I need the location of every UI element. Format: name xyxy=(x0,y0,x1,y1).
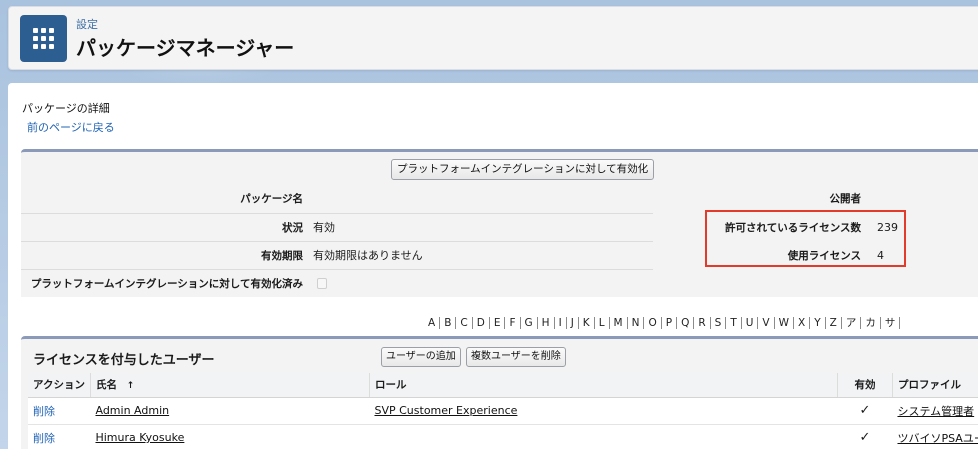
licensed-users-table: アクション 氏名 ↑ ロール 有効 プロファイル 削除 Admin Admin SV… xyxy=(28,373,978,449)
column-header-name-label: 氏名 xyxy=(95,379,117,392)
page-title: パッケージマネージャー xyxy=(76,36,295,60)
active-check-icon: ✓ xyxy=(859,430,871,445)
alphabet-filter-letter[interactable]: X xyxy=(794,317,811,329)
alphabet-filter-letter[interactable]: A xyxy=(424,317,441,329)
alphabet-filter-letter[interactable]: M xyxy=(610,317,628,329)
breadcrumb[interactable]: 設定 xyxy=(76,16,98,32)
status-label: 状況 xyxy=(282,222,303,234)
user-name-link[interactable]: Admin Admin xyxy=(95,404,169,417)
alphabet-filter-letter[interactable]: H xyxy=(538,317,555,329)
alphabet-filter-letter[interactable]: L xyxy=(595,317,610,329)
alphabet-filter-letter[interactable]: C xyxy=(456,317,473,329)
delete-link[interactable]: 削除 xyxy=(33,405,55,418)
licensed-users-panel: ライセンスを付与したユーザー ユーザーの追加 複数ユーザーを削除 アクション 氏… xyxy=(21,336,978,449)
alphabet-filter-letter[interactable]: Z xyxy=(826,317,842,329)
table-row: 削除 Himura Kyosuke ✓ ツバイソPSAユー xyxy=(28,424,978,449)
alphabet-filter-letter[interactable]: E xyxy=(490,317,506,329)
alphabet-filter-letter[interactable]: S xyxy=(711,317,727,329)
alphabet-filter-letter[interactable]: K xyxy=(579,317,595,329)
column-header-name[interactable]: 氏名 ↑ xyxy=(90,373,370,398)
platform-enabled-checkbox xyxy=(317,278,327,289)
alphabet-filter-letter[interactable]: Y xyxy=(810,317,826,329)
alphabet-filter-letter[interactable]: カ xyxy=(861,317,881,329)
role-link[interactable]: SVP Customer Experience xyxy=(374,404,517,417)
alphabet-filter-letter[interactable]: D xyxy=(473,317,490,329)
publisher-label: 公開者 xyxy=(829,193,862,205)
profile-link[interactable]: ツバイソPSAユー xyxy=(897,432,978,445)
alphabet-filter: ABCDEFGHIJKLMNOPQRSTUVWXYZアカサ xyxy=(424,317,901,329)
column-header-active: 有効 xyxy=(837,373,893,398)
platform-enabled-label: プラットフォームインテグレーションに対して有効化済み xyxy=(30,278,303,290)
page-header: 設定 パッケージマネージャー xyxy=(8,6,978,70)
alphabet-filter-letter[interactable]: Q xyxy=(677,317,695,329)
alphabet-filter-letter[interactable]: B xyxy=(440,317,457,329)
main-content: パッケージの詳細 前のページに戻る プラットフォームインテグレーションに対して有… xyxy=(8,83,978,449)
alphabet-filter-letter[interactable]: I xyxy=(555,317,567,329)
alphabet-filter-letter[interactable]: V xyxy=(758,317,775,329)
back-link[interactable]: 前のページに戻る xyxy=(27,119,115,135)
table-row: 削除 Admin Admin SVP Customer Experience ✓ システ… xyxy=(28,397,978,425)
alphabet-filter-letter[interactable]: O xyxy=(644,317,662,329)
alphabet-filter-letter[interactable]: P xyxy=(662,317,678,329)
profile-link[interactable]: システム管理者 xyxy=(897,405,974,418)
package-name-label: パッケージ名 xyxy=(240,193,303,205)
alphabet-filter-letter[interactable]: R xyxy=(694,317,711,329)
sort-ascending-icon: ↑ xyxy=(126,381,135,392)
alphabet-filter-letter[interactable]: U xyxy=(742,317,759,329)
license-highlight-box xyxy=(705,210,906,267)
alphabet-filter-letter[interactable]: F xyxy=(505,317,521,329)
licensed-users-title: ライセンスを付与したユーザー xyxy=(33,353,215,368)
alphabet-filter-letter[interactable]: サ xyxy=(881,317,901,329)
remove-users-button[interactable]: 複数ユーザーを削除 xyxy=(466,347,566,367)
column-header-profile: プロファイル xyxy=(892,373,978,398)
alphabet-filter-letter[interactable]: J xyxy=(567,317,579,329)
section-label: パッケージの詳細 xyxy=(22,102,110,115)
user-name-link[interactable]: Himura Kyosuke xyxy=(95,431,184,444)
alphabet-filter-letter[interactable]: T xyxy=(726,317,742,329)
delete-link[interactable]: 削除 xyxy=(33,432,55,445)
enable-platform-integration-button[interactable]: プラットフォームインテグレーションに対して有効化 xyxy=(391,159,655,180)
alphabet-filter-letter[interactable]: G xyxy=(521,317,538,329)
active-check-icon: ✓ xyxy=(859,403,871,418)
column-header-action: アクション xyxy=(28,373,91,398)
app-launcher-icon[interactable] xyxy=(20,15,67,62)
column-header-role: ロール xyxy=(369,373,838,398)
alphabet-filter-letter[interactable]: N xyxy=(628,317,645,329)
expiration-label: 有効期限 xyxy=(261,250,303,262)
status-value: 有効 xyxy=(313,221,335,234)
add-user-button[interactable]: ユーザーの追加 xyxy=(381,347,461,367)
alphabet-filter-letter[interactable]: ア xyxy=(842,317,862,329)
alphabet-filter-letter[interactable]: W xyxy=(775,317,794,329)
expiration-value: 有効期限はありません xyxy=(313,249,423,262)
